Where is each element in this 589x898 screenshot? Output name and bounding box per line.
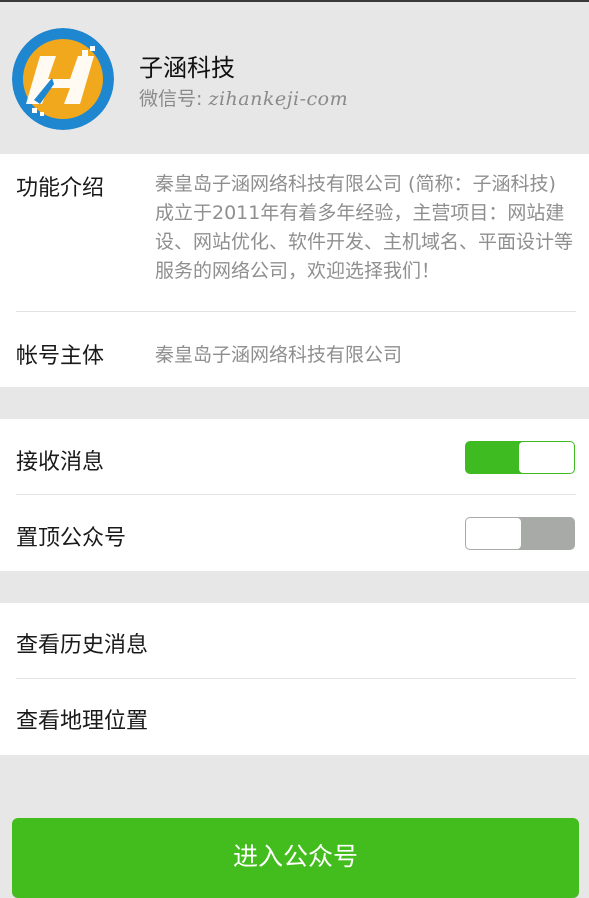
pin-account-label: 置顶公众号 (16, 526, 127, 551)
intro-text: 秦皇岛子涵网络科技有限公司 (简称：子涵科技) 成立于2011年有着多年经验，主… (155, 173, 574, 282)
intro-label: 功能介绍 (16, 176, 105, 201)
pin-account-toggle[interactable] (465, 517, 575, 550)
links-card: 查看历史消息 查看地理位置 (0, 603, 589, 755)
view-location-row[interactable]: 查看地理位置 (0, 679, 589, 755)
toggle-knob (466, 518, 521, 549)
info-card: 功能介绍 秦皇岛子涵网络科技有限公司 (简称：子涵科技) 成立于2011年有着多… (0, 154, 589, 387)
view-history-row[interactable]: 查看历史消息 (0, 603, 589, 678)
owner-value: 秦皇岛子涵网络科技有限公司 (155, 344, 403, 366)
enter-account-button[interactable]: 进入公众号 (12, 818, 579, 898)
receive-messages-label: 接收消息 (16, 450, 105, 475)
wechat-id: 微信号: zihankeji-com (139, 84, 348, 111)
receive-messages-toggle[interactable] (465, 441, 575, 474)
toggle-knob (519, 442, 574, 473)
owner-label: 帐号主体 (16, 344, 105, 369)
wechat-id-value: zihankeji-com (208, 88, 349, 110)
view-history-label: 查看历史消息 (16, 633, 149, 658)
divider (16, 311, 576, 312)
profile-header: 子涵科技 微信号: zihankeji-com (0, 2, 589, 154)
divider (16, 494, 576, 495)
wechat-id-label: 微信号: (139, 88, 209, 110)
account-name: 子涵科技 (139, 54, 235, 82)
settings-card: 接收消息 置顶公众号 (0, 419, 589, 571)
view-location-label: 查看地理位置 (16, 709, 149, 734)
zihan-h-logo-icon (12, 28, 114, 130)
